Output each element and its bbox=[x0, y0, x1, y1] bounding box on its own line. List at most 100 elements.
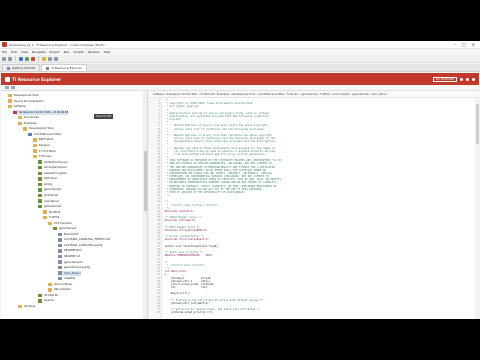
code-area[interactable]: 1/* 2 * Copyright (c) 2016-2019, Texas In… bbox=[149, 98, 475, 319]
tree-item[interactable]: gpiointerrupt bbox=[53, 226, 76, 231]
explorer-title: TI Resource Explorer bbox=[12, 76, 61, 82]
tree-item-label: CC1352R1_LAUNCHXL_TIRTOS.cmd bbox=[64, 238, 111, 242]
build-icon[interactable] bbox=[19, 56, 23, 61]
settings-icon[interactable] bbox=[466, 77, 469, 81]
code-line: * ======== main ======== bbox=[165, 263, 205, 267]
close-icon[interactable]: ✕ bbox=[472, 42, 475, 47]
project-icon bbox=[38, 193, 42, 198]
tree-item[interactable]: Software bbox=[8, 104, 25, 109]
tree-item-label: Development Tools bbox=[14, 94, 39, 98]
tree-item[interactable]: README.html bbox=[58, 248, 82, 253]
breadcrumb-path: Software › SimpleLink CC13x2 SDK › v3.20… bbox=[153, 92, 388, 96]
board-icon bbox=[28, 132, 32, 137]
tree-item[interactable]: main_tirtos.c bbox=[58, 270, 81, 276]
code-line: #define THREADSTACKSIZE 1024 bbox=[165, 254, 212, 258]
tree-scrollbar[interactable] bbox=[143, 91, 147, 319]
tree-item-label: adcBufContinuous bbox=[44, 160, 68, 164]
tree-item[interactable]: Device Documentation bbox=[8, 99, 44, 104]
menu-run[interactable]: Run bbox=[64, 50, 70, 54]
header-actions: ALL PACKAGES bbox=[432, 76, 475, 82]
tree-item[interactable]: CCS Compiler bbox=[48, 221, 72, 226]
tree-item[interactable]: GCC Compiler bbox=[48, 282, 72, 287]
search-icon[interactable] bbox=[42, 56, 46, 61]
folder-icon bbox=[18, 116, 22, 120]
tree-item-label: empty bbox=[44, 182, 53, 186]
tab-getting-started[interactable]: Getting Started bbox=[2, 64, 41, 71]
tree-item[interactable]: i2secho bbox=[38, 298, 54, 303]
tree-item[interactable]: gpiointerrupt.c bbox=[58, 260, 83, 265]
tree-item[interactable]: IAR Compiler bbox=[48, 287, 71, 292]
breadcrumb: Software › SimpleLink CC13x2 SDK › v3.20… bbox=[149, 91, 479, 98]
back-icon[interactable] bbox=[48, 56, 52, 61]
tree-item[interactable]: Examples bbox=[18, 121, 37, 126]
tree-item[interactable]: SimpleLink CC13x2 SDK - v3.20.00.68 bbox=[13, 109, 69, 115]
tab-resource-explorer[interactable]: TI Resource Explorer bbox=[41, 64, 88, 71]
tree-item[interactable]: makefile bbox=[58, 276, 75, 281]
menu-view[interactable]: View bbox=[21, 50, 28, 54]
scrollbar-thumb[interactable] bbox=[475, 104, 479, 144]
forward-icon[interactable] bbox=[54, 56, 58, 61]
scrollbar-thumb[interactable] bbox=[143, 151, 147, 211]
tree-item[interactable]: adcBufContinuous bbox=[38, 160, 68, 165]
tree-item[interactable]: Libraries bbox=[18, 304, 35, 309]
file-icon bbox=[58, 260, 62, 264]
project-icon bbox=[38, 204, 42, 209]
tree-item[interactable]: TI Drivers bbox=[33, 154, 52, 159]
new-icon[interactable] bbox=[2, 56, 6, 61]
flash-icon[interactable] bbox=[31, 56, 35, 61]
collapse-icon[interactable] bbox=[11, 86, 15, 89]
code-scrollbar[interactable] bbox=[475, 98, 479, 319]
code-viewer: Software › SimpleLink CC13x2 SDK › v3.20… bbox=[149, 91, 479, 319]
help-icon[interactable] bbox=[472, 77, 475, 81]
toolbar-separator bbox=[15, 56, 16, 61]
minimize-icon[interactable]: – bbox=[454, 42, 456, 47]
tree-item[interactable]: TI 15.4 Stack bbox=[33, 149, 56, 154]
maximize-icon[interactable]: □ bbox=[462, 42, 466, 47]
tree-item[interactable]: Development Tools bbox=[23, 126, 54, 131]
all-packages-button[interactable]: ALL PACKAGES bbox=[432, 76, 457, 82]
menu-navigate[interactable]: Navigate bbox=[32, 50, 45, 54]
code-line: int main(void) bbox=[165, 270, 187, 274]
tree-item[interactable]: README.md bbox=[58, 254, 80, 259]
menu-file[interactable]: File bbox=[2, 50, 7, 54]
resource-tree: Development Tools Device Documentation Sof… bbox=[1, 91, 148, 319]
menu-project[interactable]: Project bbox=[49, 50, 59, 54]
tree-item[interactable]: BLE5 Stack bbox=[33, 137, 54, 142]
home-icon[interactable] bbox=[460, 77, 463, 81]
tree-item[interactable]: Development Tools bbox=[8, 93, 39, 98]
save-icon[interactable] bbox=[8, 56, 12, 61]
tree-item[interactable]: empty bbox=[38, 182, 52, 187]
main-toolbar bbox=[0, 55, 480, 63]
tree-item[interactable]: gpiointerrupt bbox=[38, 187, 61, 192]
tree-item-label: makefile bbox=[64, 277, 76, 281]
tree-item-label: BLE5 Stack bbox=[39, 138, 54, 142]
tree-item[interactable]: i2ctmp116 bbox=[38, 293, 58, 298]
tree-item[interactable]: CC1352R1_LAUNCHXL.syscfg bbox=[58, 243, 102, 248]
tree-item[interactable]: adcsinglechannel bbox=[38, 165, 67, 170]
tree-item[interactable]: No RTOS bbox=[43, 210, 60, 215]
tree-item[interactable]: buttonled bbox=[38, 176, 57, 181]
tree-item[interactable]: Board.html bbox=[58, 232, 78, 237]
tree-item[interactable]: Easylink bbox=[33, 143, 50, 148]
file-icon bbox=[58, 277, 62, 281]
menu-window[interactable]: Window bbox=[88, 50, 100, 54]
tree-item[interactable]: nvsinternal bbox=[38, 198, 58, 203]
tree-item[interactable]: gpiointerrupt bbox=[38, 204, 61, 209]
tree-item[interactable]: gpiointerrupt.syscfg bbox=[58, 265, 90, 270]
tree-item[interactable]: i2ctmp116 bbox=[38, 193, 58, 198]
tree-item[interactable]: Documents bbox=[18, 115, 39, 120]
folder-icon bbox=[8, 93, 12, 98]
tree-item-label: gpiointerrupt bbox=[44, 188, 61, 192]
tab-label: Getting Started bbox=[12, 66, 36, 70]
debug-icon[interactable] bbox=[25, 56, 29, 61]
menu-scripts[interactable]: Scripts bbox=[73, 50, 83, 54]
tree-item[interactable]: aesecbEncryption bbox=[38, 171, 67, 176]
tree-item[interactable]: TI-RTOS bbox=[43, 215, 59, 220]
tree-item[interactable]: CC1352R1_LAUNCHXL_TIRTOS.cmd bbox=[58, 237, 110, 242]
folder-icon bbox=[33, 143, 37, 148]
tree-item[interactable]: CC1352R LaunchPad bbox=[28, 132, 61, 137]
menu-help[interactable]: Help bbox=[104, 50, 111, 54]
menu-edit[interactable]: Edit bbox=[11, 50, 17, 54]
filter-icon[interactable] bbox=[5, 86, 9, 89]
project-icon bbox=[38, 299, 42, 303]
